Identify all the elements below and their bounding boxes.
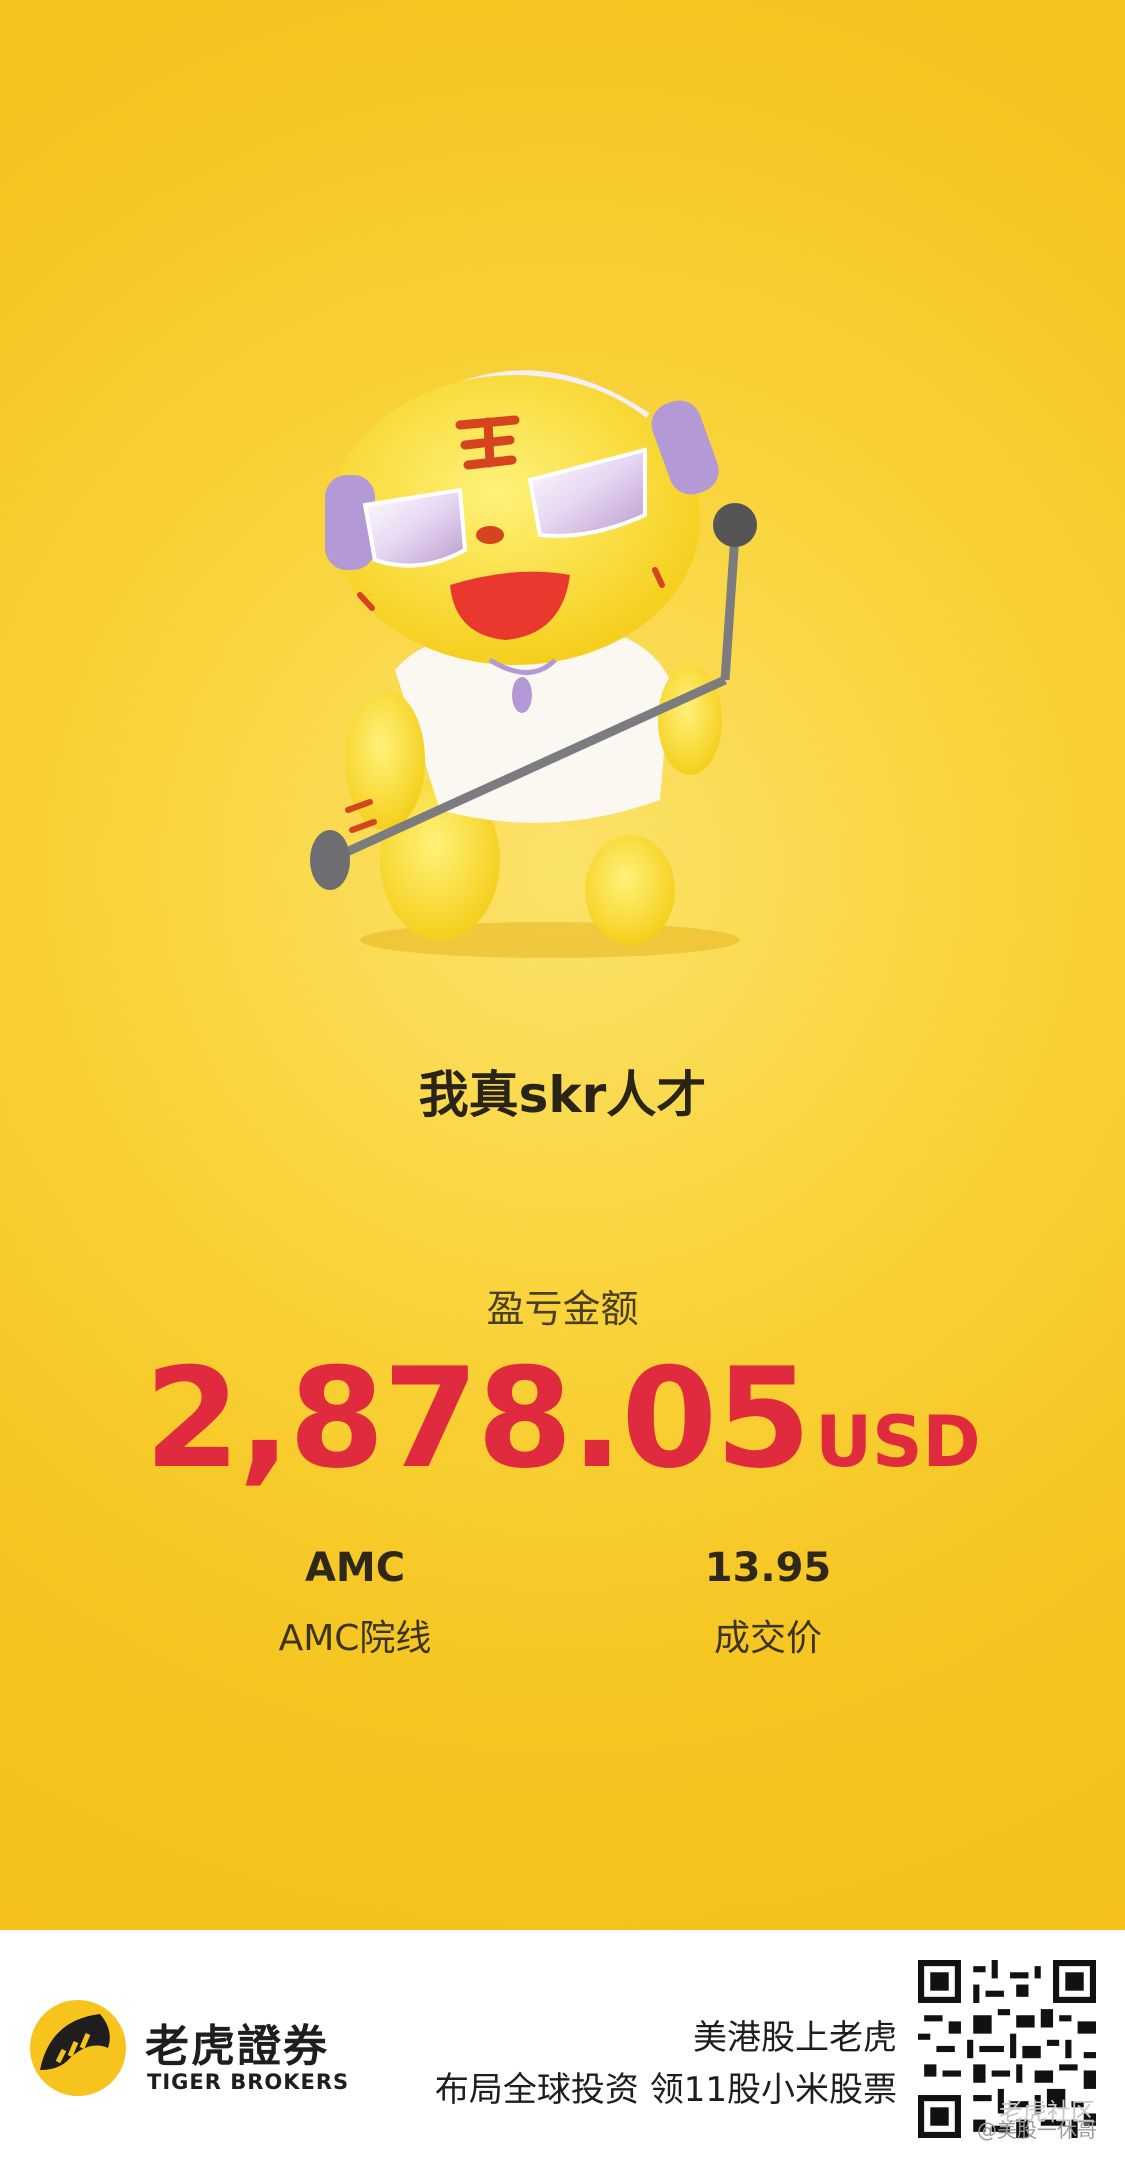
pnl-currency: USD <box>815 1401 981 1483</box>
promo-line-1: 美港股上老虎 <box>693 2018 897 2058</box>
pnl-label: 盈亏金额 <box>486 1287 639 1331</box>
promo-line-2: 布局全球投资 领11股小米股票 <box>434 2070 897 2110</box>
brand-name-cn: 老虎證券 <box>145 2021 329 2072</box>
pnl-amount: 2,878.05USD <box>0 1350 1125 1488</box>
brand-name-en: TIGER BROKERS <box>147 2070 350 2094</box>
pnl-amount-value: 2,878.05 <box>144 1338 811 1499</box>
stock-name: AMC院线 <box>278 1618 432 1659</box>
trade-price-info: 13.95 成交价 <box>618 1545 918 1661</box>
author-watermark: @美股一休哥 <box>977 2118 1097 2142</box>
trade-price-label: 成交价 <box>713 1618 822 1659</box>
footer: 老虎證券 TIGER BROKERS 美港股上老虎 布局全球投资 领11股小米股… <box>0 1930 1125 2166</box>
share-poster: 我真skr人才 盈亏金额 2,878.05USD AMC AMC院线 13.95… <box>0 0 1125 1930</box>
tiger-mascot-icon <box>310 370 757 958</box>
stock-ticker: AMC <box>304 1545 406 1591</box>
stock-info: AMC AMC院线 <box>205 1545 505 1661</box>
tiger-brokers-logo-icon <box>30 2000 126 2096</box>
trade-price: 13.95 <box>704 1545 832 1591</box>
slogan-text: 我真skr人才 <box>418 1066 707 1124</box>
